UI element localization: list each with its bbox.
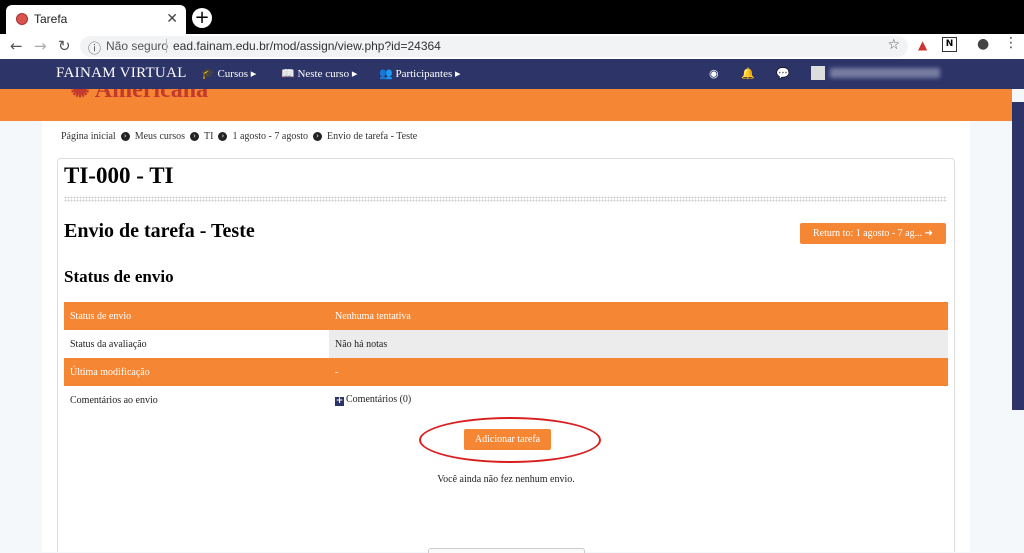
sign-in-arrow-icon: ➜ bbox=[924, 228, 934, 239]
table-row: Comentários ao envio + Comentários (0) bbox=[64, 386, 948, 414]
section-title: Status de envio bbox=[64, 267, 174, 286]
breadcrumb-item-my-courses[interactable]: Meus cursos bbox=[135, 131, 185, 142]
messages-icon[interactable]: 💬 bbox=[776, 67, 790, 80]
breadcrumb-arrow-icon: › bbox=[120, 132, 130, 142]
comments-toggle[interactable]: + Comentários (0) bbox=[329, 386, 948, 414]
notifications-bell-icon[interactable]: 🔔 bbox=[741, 67, 755, 80]
favicon-icon bbox=[16, 13, 28, 25]
reload-icon[interactable]: ↻ bbox=[58, 37, 71, 55]
info-icon[interactable]: ⓘ bbox=[88, 38, 101, 57]
row-value: - bbox=[329, 358, 948, 386]
site-banner: ✺ Americana bbox=[0, 89, 1012, 121]
close-tab-icon[interactable]: ✕ bbox=[166, 11, 178, 27]
extension-n-icon[interactable]: N bbox=[942, 37, 957, 52]
table-row: Status da avaliação Não há notas bbox=[64, 330, 948, 358]
omnibox-separator bbox=[166, 39, 167, 53]
security-label: Não seguro bbox=[106, 39, 169, 53]
url-omnibox[interactable]: ⓘ Não seguro ead.fainam.edu.br/mod/assig… bbox=[80, 36, 908, 57]
submission-status-table: Status de envio Nenhuma tentativa Status… bbox=[64, 302, 948, 414]
row-value: Nenhuma tentativa bbox=[329, 302, 948, 330]
breadcrumb-item-course[interactable]: TI bbox=[204, 131, 213, 142]
browser-menu-icon[interactable]: ⋮ bbox=[1004, 35, 1018, 51]
profile-icon[interactable]: ● bbox=[977, 36, 989, 52]
plus-icon[interactable]: + bbox=[335, 397, 344, 406]
row-label: Última modificação bbox=[64, 358, 329, 386]
breadcrumb: Página inicial › Meus cursos › TI › 1 agosto -… bbox=[61, 131, 417, 142]
pdf-extension-icon[interactable]: ▲ bbox=[918, 38, 927, 52]
comments-link[interactable]: Comentários (0) bbox=[346, 394, 411, 405]
add-submission-button[interactable]: Adicionar tarefa bbox=[464, 429, 551, 450]
browser-tabstrip: Tarefa ✕ + bbox=[0, 0, 1024, 34]
no-submission-message: Você ainda não fez nenhum envio. bbox=[437, 474, 575, 485]
table-row: Última modificação - bbox=[64, 358, 948, 386]
back-arrow-icon[interactable]: ← bbox=[10, 37, 23, 55]
clock-icon[interactable]: ◉ bbox=[709, 67, 719, 80]
breadcrumb-arrow-icon: › bbox=[218, 132, 228, 142]
new-tab-button[interactable]: + bbox=[192, 8, 212, 28]
browser-tab[interactable]: Tarefa ✕ bbox=[6, 5, 186, 34]
page-scrollbar[interactable] bbox=[1012, 102, 1024, 410]
course-title: TI-000 - TI bbox=[64, 163, 174, 188]
breadcrumb-item-section[interactable]: 1 agosto - 7 agosto bbox=[232, 131, 308, 142]
row-label: Comentários ao envio bbox=[64, 386, 329, 414]
row-value: Não há notas bbox=[329, 330, 948, 358]
menu-cursos[interactable]: 🎓 Cursos ▸ bbox=[201, 67, 256, 80]
breadcrumb-arrow-icon: › bbox=[313, 132, 322, 142]
menu-participantes[interactable]: 👥 Participantes ▸ bbox=[379, 67, 461, 80]
page-title: Envio de tarefa - Teste bbox=[64, 220, 255, 242]
address-bar: ← → ↻ ⓘ Não seguro ead.fainam.edu.br/mod… bbox=[0, 34, 1024, 59]
row-label: Status de envio bbox=[64, 302, 329, 330]
table-row: Status de envio Nenhuma tentativa bbox=[64, 302, 948, 330]
breadcrumb-arrow-icon: › bbox=[190, 132, 199, 142]
divider bbox=[64, 196, 947, 202]
site-logo: ✺ Americana bbox=[70, 89, 209, 103]
url-text[interactable]: ead.fainam.edu.br/mod/assign/view.php?id… bbox=[173, 39, 441, 53]
tab-title: Tarefa bbox=[34, 12, 68, 26]
return-button[interactable]: Return to: 1 agosto - 7 ag... ➜ bbox=[800, 223, 946, 244]
return-button-label: Return to: 1 agosto - 7 ag... bbox=[812, 228, 923, 239]
breadcrumb-item-home[interactable]: Página inicial bbox=[61, 131, 116, 142]
menu-neste-curso[interactable]: 📖 Neste curso ▸ bbox=[281, 67, 357, 80]
user-avatar[interactable] bbox=[811, 66, 825, 80]
row-label: Status da avaliação bbox=[64, 330, 329, 358]
partial-button[interactable] bbox=[428, 548, 585, 553]
site-brand[interactable]: FAINAM VIRTUAL bbox=[56, 65, 187, 82]
bookmark-star-icon[interactable]: ☆ bbox=[887, 37, 900, 53]
forward-arrow-icon[interactable]: → bbox=[34, 37, 47, 55]
breadcrumb-item-current[interactable]: Envio de tarefa - Teste bbox=[327, 131, 417, 142]
user-name-redacted[interactable] bbox=[830, 68, 940, 78]
